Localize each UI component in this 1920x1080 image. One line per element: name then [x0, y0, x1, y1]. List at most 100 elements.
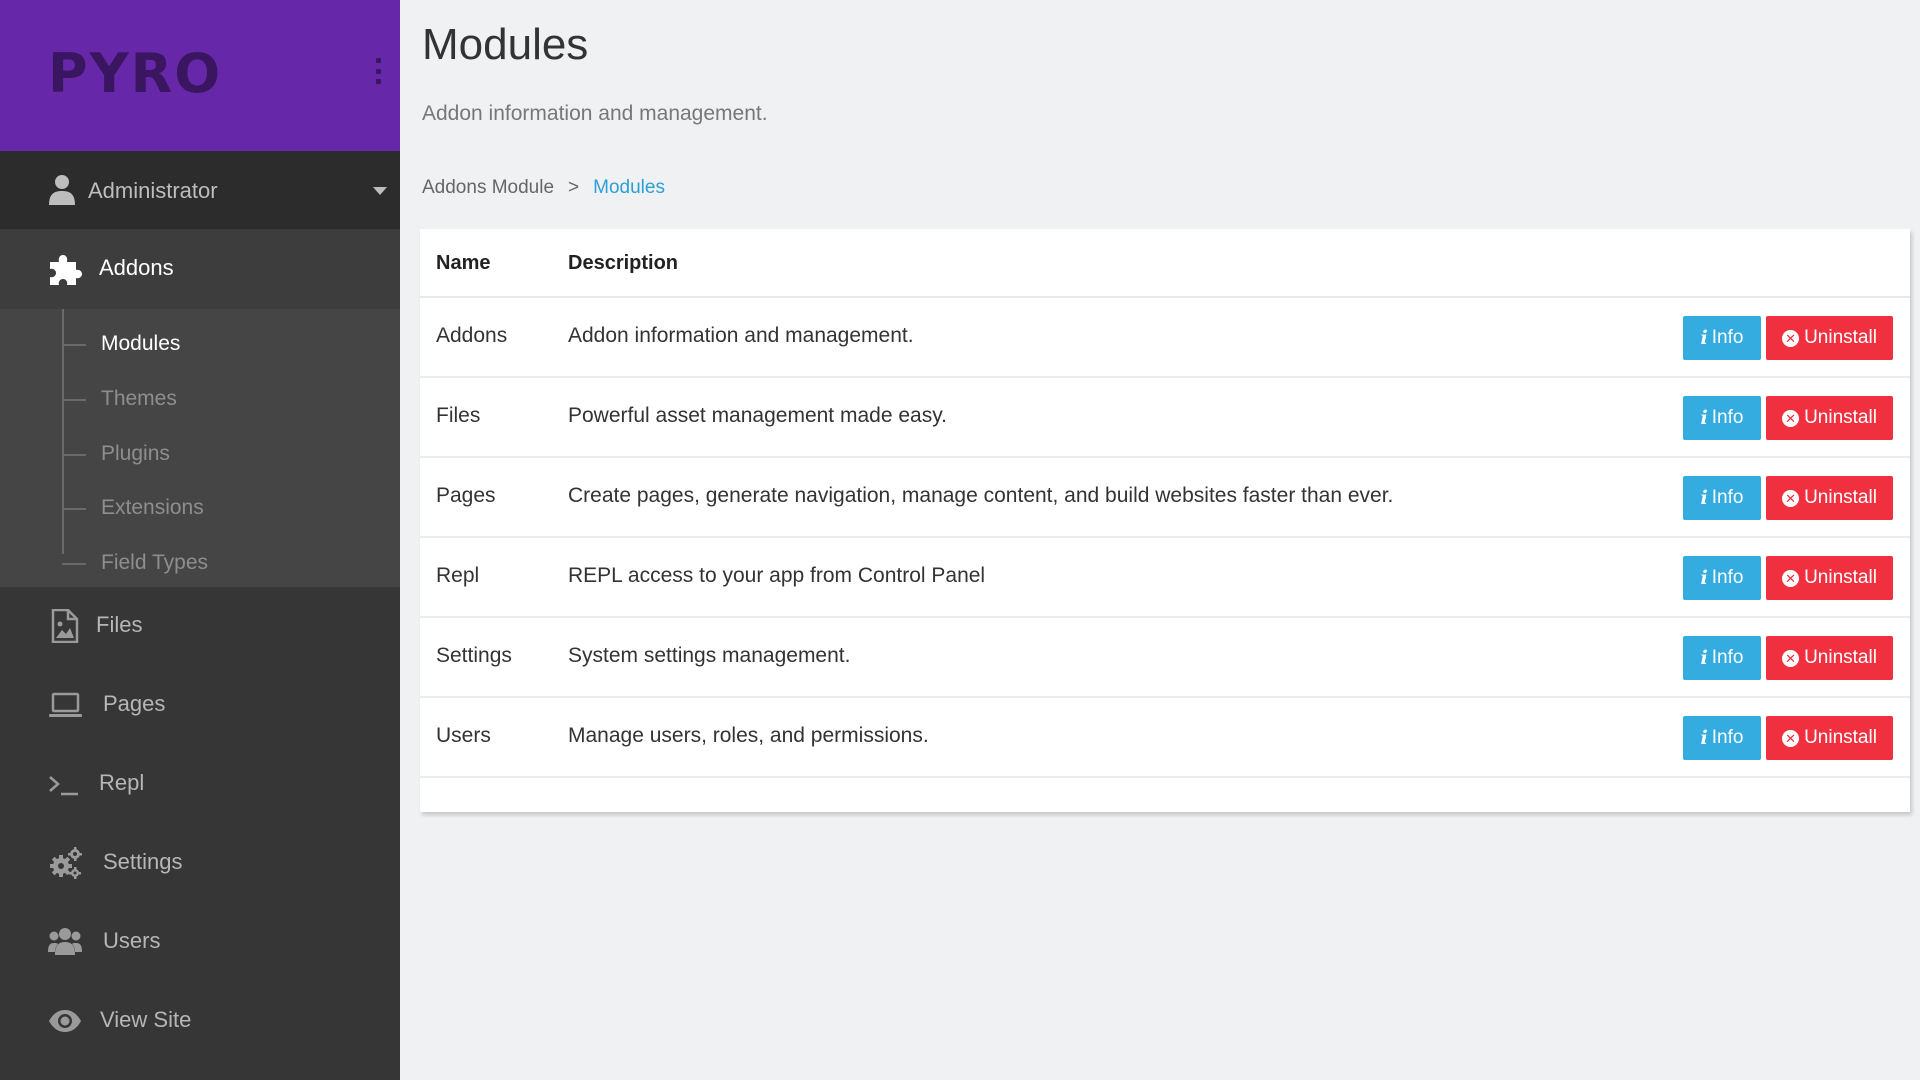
table-row: Addons Addon information and management.…	[420, 298, 1910, 378]
times-circle-icon: ✕	[1782, 569, 1800, 587]
uninstall-button[interactable]: ✕ Uninstall	[1766, 636, 1893, 680]
times-circle-icon: ✕	[1782, 329, 1800, 347]
pyro-logo[interactable]: PYRO	[48, 34, 220, 106]
info-button-label: Info	[1711, 567, 1744, 588]
sidebar-subitem-plugins[interactable]: Plugins	[62, 428, 382, 482]
times-circle-icon: ✕	[1782, 489, 1800, 507]
module-description: Create pages, generate navigation, manag…	[568, 484, 1394, 507]
module-description: REPL access to your app from Control Pan…	[568, 564, 986, 587]
sidebar-subitem-label: Extensions	[101, 496, 204, 519]
info-icon: i	[1700, 407, 1708, 429]
terminal-icon	[49, 776, 78, 796]
info-button[interactable]: i Info	[1683, 636, 1761, 680]
uninstall-button-label: Uninstall	[1804, 567, 1877, 588]
module-description: System settings management.	[568, 644, 851, 667]
info-button[interactable]: i Info	[1683, 556, 1761, 600]
uninstall-button[interactable]: ✕ Uninstall	[1766, 716, 1893, 760]
brand-header: PYRO	[0, 0, 400, 151]
sidebar-item-label: Files	[96, 612, 143, 637]
sidebar-item-label: Settings	[103, 849, 183, 874]
sidebar-item-files[interactable]: Files	[0, 587, 400, 666]
info-button[interactable]: i Info	[1683, 476, 1761, 520]
uninstall-button[interactable]: ✕ Uninstall	[1766, 556, 1893, 600]
times-circle-icon: ✕	[1782, 409, 1800, 427]
uninstall-button-label: Uninstall	[1804, 407, 1877, 428]
file-image-icon	[51, 609, 79, 643]
breadcrumb-separator: >	[568, 177, 580, 198]
info-button-label: Info	[1711, 647, 1744, 668]
sidebar-item-repl[interactable]: Repl	[0, 745, 400, 824]
puzzle-icon	[50, 255, 82, 285]
table-row: Users Manage users, roles, and permissio…	[420, 698, 1910, 778]
module-description: Addon information and management.	[568, 324, 914, 347]
sidebar-toggle-kebab-icon[interactable]	[374, 58, 382, 84]
addons-section: Addons Modules Themes Plugins Extensions…	[0, 229, 400, 587]
user-menu[interactable]: Administrator	[0, 151, 400, 229]
sidebar-item-label: Pages	[103, 691, 166, 716]
uninstall-button[interactable]: ✕ Uninstall	[1766, 396, 1893, 440]
sidebar-subitem-label: Plugins	[101, 442, 170, 465]
sidebar-subitem-label: Themes	[101, 387, 177, 410]
sidebar-item-settings[interactable]: Settings	[0, 824, 400, 903]
sidebar-item-label: Repl	[99, 770, 145, 795]
times-circle-icon: ✕	[1782, 649, 1800, 667]
breadcrumb: Addons Module > Modules	[422, 177, 665, 199]
module-description: Powerful asset management made easy.	[568, 404, 947, 427]
eye-icon	[49, 1010, 81, 1032]
module-name: Addons	[436, 324, 508, 347]
sidebar-subitem-field-types[interactable]: Field Types	[62, 537, 382, 591]
uninstall-button[interactable]: ✕ Uninstall	[1766, 476, 1893, 520]
info-button[interactable]: i Info	[1683, 716, 1761, 760]
module-name: Users	[436, 724, 491, 747]
chevron-down-icon[interactable]	[373, 187, 387, 195]
info-icon: i	[1700, 487, 1708, 509]
info-button[interactable]: i Info	[1683, 316, 1761, 360]
times-circle-icon: ✕	[1782, 729, 1800, 747]
module-description: Manage users, roles, and permissions.	[568, 724, 929, 747]
uninstall-button[interactable]: ✕ Uninstall	[1766, 316, 1893, 360]
table-row: Repl REPL access to your app from Contro…	[420, 538, 1910, 618]
table-row: Files Powerful asset management made eas…	[420, 378, 1910, 458]
users-icon	[48, 928, 82, 955]
column-header-name: Name	[436, 252, 491, 274]
sidebar-item-view-site[interactable]: View Site	[0, 982, 400, 1061]
column-header-description: Description	[568, 252, 679, 274]
info-icon: i	[1700, 647, 1708, 669]
uninstall-button-label: Uninstall	[1804, 727, 1877, 748]
user-icon	[49, 175, 75, 205]
info-button-label: Info	[1711, 727, 1744, 748]
module-name: Pages	[436, 484, 496, 507]
sidebar-item-label: Users	[103, 928, 161, 953]
breadcrumb-current[interactable]: Modules	[593, 177, 665, 199]
info-icon: i	[1700, 327, 1708, 349]
addons-submenu: Modules Themes Plugins Extensions Field …	[0, 309, 400, 587]
page-title: Modules	[422, 20, 589, 69]
sidebar-item-pages[interactable]: Pages	[0, 666, 400, 745]
breadcrumb-parent[interactable]: Addons Module	[422, 177, 554, 199]
uninstall-button-label: Uninstall	[1804, 647, 1877, 668]
main-content: Modules Addon information and management…	[400, 0, 1920, 1080]
table-header: Name Description	[420, 229, 1910, 298]
sidebar-item-users[interactable]: Users	[0, 903, 400, 982]
sidebar-item-label: View Site	[100, 1007, 192, 1032]
info-icon: i	[1700, 727, 1708, 749]
sidebar-subitem-extensions[interactable]: Extensions	[62, 482, 382, 536]
sidebar-subitem-modules[interactable]: Modules	[62, 318, 382, 372]
page-subtitle: Addon information and management.	[422, 102, 768, 125]
info-icon: i	[1700, 567, 1708, 589]
sidebar-item-addons[interactable]: Addons	[0, 229, 400, 309]
table-row: Settings System settings management. i In…	[420, 618, 1910, 698]
sidebar-subitem-label: Modules	[101, 332, 181, 355]
module-name: Settings	[436, 644, 512, 667]
sidebar: PYRO Administrator Addons Modules Themes	[0, 0, 400, 1080]
info-button-label: Info	[1711, 327, 1744, 348]
table-row: Pages Create pages, generate navigation,…	[420, 458, 1910, 538]
user-name: Administrator	[88, 178, 218, 203]
module-name: Repl	[436, 564, 480, 587]
info-button[interactable]: i Info	[1683, 396, 1761, 440]
cogs-icon	[50, 847, 82, 879]
sidebar-subitem-themes[interactable]: Themes	[62, 373, 382, 427]
info-button-label: Info	[1711, 487, 1744, 508]
uninstall-button-label: Uninstall	[1804, 487, 1877, 508]
module-name: Files	[436, 404, 481, 427]
